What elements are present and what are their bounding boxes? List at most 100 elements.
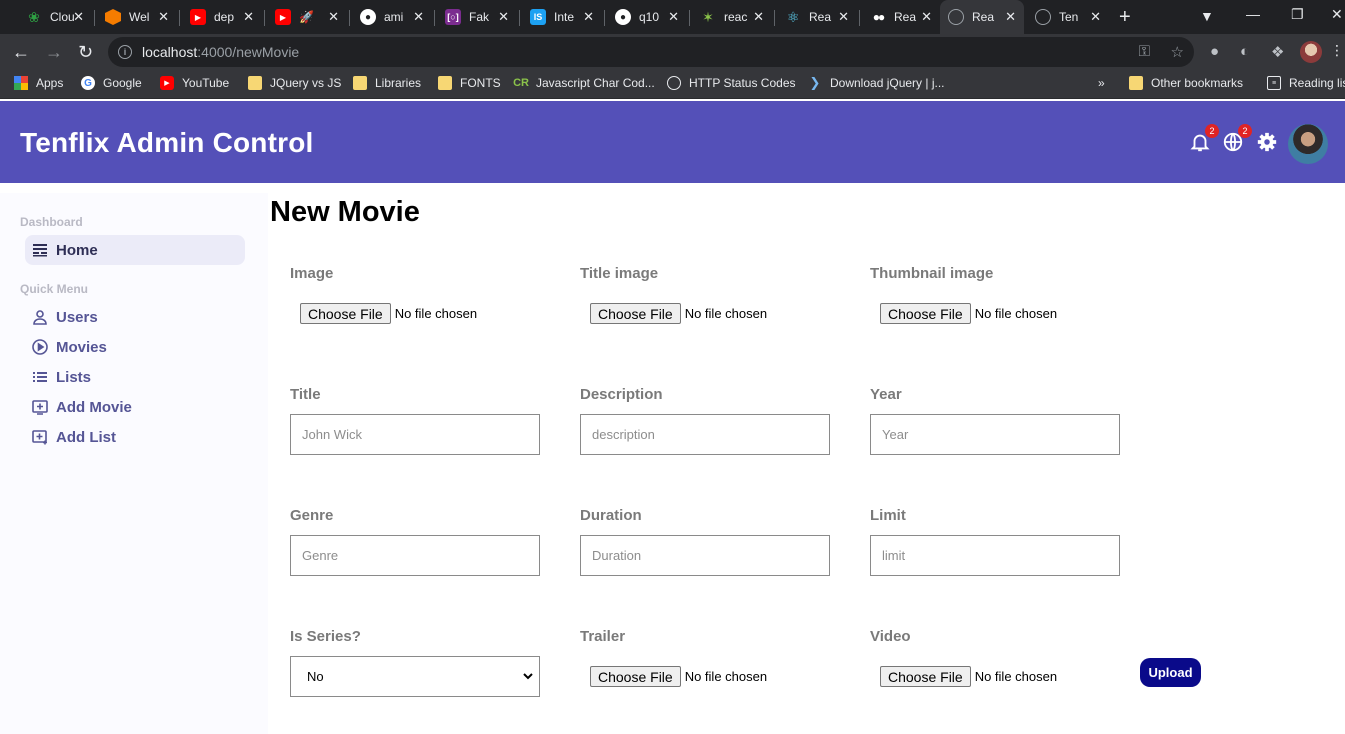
bookmark-youtube[interactable]: ▶ YouTube <box>160 76 229 90</box>
close-icon[interactable]: ✕ <box>838 9 849 25</box>
key-icon[interactable]: ⚿ <box>1139 43 1150 60</box>
close-icon[interactable]: ✕ <box>328 9 339 25</box>
choose-file-button[interactable]: Choose File <box>590 666 681 687</box>
jquery-icon: ❯ <box>809 75 821 90</box>
chevron-down-icon <box>523 673 533 680</box>
file-status: No file chosen <box>974 306 1058 321</box>
sidebar-item-lists[interactable]: Lists <box>25 362 245 392</box>
forward-icon[interactable]: → <box>45 41 63 63</box>
genre-input[interactable] <box>290 535 540 576</box>
close-icon[interactable]: ✕ <box>753 9 764 25</box>
close-icon[interactable]: ✕ <box>413 9 424 25</box>
hexagon-icon <box>105 9 121 25</box>
window-close-icon[interactable]: ✕ <box>1331 6 1343 23</box>
sidebar-item-label: Movies <box>56 338 107 356</box>
extension-icon[interactable]: ◐ <box>1240 43 1249 60</box>
more-bookmarks-icon[interactable]: » <box>1098 76 1105 90</box>
language-icon[interactable]: 2 <box>1222 124 1252 153</box>
new-tab-icon[interactable]: + <box>1119 6 1131 29</box>
choose-file-button[interactable]: Choose File <box>590 303 681 324</box>
menu-icon[interactable]: ⋮ <box>1330 42 1344 59</box>
choose-file-button[interactable]: Choose File <box>880 303 971 324</box>
tab-label: 🚀 <box>299 10 314 24</box>
sidebar-item-add-movie[interactable]: Add Movie <box>25 392 245 422</box>
close-icon[interactable]: ✕ <box>1005 9 1016 25</box>
sidebar-section-title: Dashboard <box>20 215 83 229</box>
close-icon[interactable]: ✕ <box>158 9 169 25</box>
duration-input[interactable] <box>580 535 830 576</box>
browser-tab[interactable]: Wel ✕ <box>97 4 177 30</box>
tab-search-icon[interactable]: ▼ <box>1200 8 1214 24</box>
browser-tab[interactable]: ▶ 🚀 ✕ <box>267 4 347 30</box>
back-icon[interactable]: ← <box>12 41 30 63</box>
close-icon[interactable]: ✕ <box>243 9 254 25</box>
sidebar-item-users[interactable]: Users <box>25 302 245 332</box>
notifications-icon[interactable]: 2 <box>1189 124 1219 153</box>
image-file-input[interactable]: Choose File No file chosen <box>300 303 477 324</box>
bookmark-link[interactable]: CR Javascript Char Cod... <box>513 76 655 90</box>
bookmark-folder[interactable]: FONTS <box>438 76 501 90</box>
browser-tab[interactable]: ●● Rea ✕ <box>862 4 940 30</box>
tab-divider <box>434 10 435 26</box>
tab-label: Clou <box>50 10 75 24</box>
title-input[interactable] <box>290 414 540 455</box>
close-icon[interactable]: ✕ <box>668 9 679 25</box>
sidebar: Dashboard Home Quick Menu Users Movies L… <box>0 193 268 734</box>
is-series-select[interactable]: No <box>290 656 540 697</box>
restore-icon[interactable]: ❐ <box>1291 6 1304 23</box>
close-icon[interactable]: ✕ <box>73 9 84 25</box>
browser-tab[interactable]: Ten ✕ <box>1027 4 1109 30</box>
minimize-icon[interactable]: — <box>1246 6 1260 22</box>
tab-label: dep <box>214 10 235 24</box>
app-brand[interactable]: Tenflix Admin Control <box>20 127 314 159</box>
globe-icon <box>667 76 681 90</box>
site-info-icon[interactable]: i <box>118 45 132 59</box>
star-icon[interactable]: ☆ <box>1171 43 1184 61</box>
address-bar[interactable]: i localhost:4000/newMovie ⚿ ☆ <box>108 37 1194 67</box>
sidebar-item-home[interactable]: Home <box>25 235 245 265</box>
reload-icon[interactable]: ↻ <box>78 41 93 63</box>
bookmark-google[interactable]: G Google <box>81 76 142 90</box>
bookmark-link[interactable]: HTTP Status Codes <box>667 76 796 90</box>
puzzle-icon[interactable]: ❖ <box>1271 43 1284 61</box>
choose-file-button[interactable]: Choose File <box>300 303 391 324</box>
thumbnail-file-input[interactable]: Choose File No file chosen <box>880 303 1057 324</box>
extension-icon[interactable]: ● <box>1210 43 1219 60</box>
browser-tab[interactable]: ▶ dep ✕ <box>182 4 262 30</box>
choose-file-button[interactable]: Choose File <box>880 666 971 687</box>
sidebar-item-add-list[interactable]: Add List <box>25 422 245 452</box>
tab-divider <box>264 10 265 26</box>
close-icon[interactable]: ✕ <box>498 9 509 25</box>
bookmark-reading-list[interactable]: ≡ Reading list <box>1267 76 1345 90</box>
bookmark-folder[interactable]: Libraries <box>353 76 421 90</box>
browser-tab[interactable]: ● q10 ✕ <box>607 4 687 30</box>
browser-tab[interactable]: IS Inte ✕ <box>522 4 602 30</box>
close-icon[interactable]: ✕ <box>583 9 594 25</box>
bookmark-apps[interactable]: Apps <box>14 76 63 90</box>
bookmark-folder[interactable]: JQuery vs JS <box>248 76 341 90</box>
bookmark-label: Reading list <box>1289 76 1345 90</box>
close-icon[interactable]: ✕ <box>921 9 932 25</box>
description-input[interactable] <box>580 414 830 455</box>
limit-input[interactable] <box>870 535 1120 576</box>
profile-avatar[interactable] <box>1300 41 1322 63</box>
close-icon[interactable]: ✕ <box>1090 9 1101 25</box>
bookmarks-bar: Apps G Google ▶ YouTube JQuery vs JS Lib… <box>0 70 1345 99</box>
bookmark-link[interactable]: ❯ Download jQuery | j... <box>808 75 945 90</box>
title-image-file-input[interactable]: Choose File No file chosen <box>590 303 767 324</box>
trailer-file-input[interactable]: Choose File No file chosen <box>590 666 767 687</box>
upload-button[interactable]: Upload <box>1140 658 1201 687</box>
user-avatar[interactable] <box>1288 124 1328 164</box>
video-file-input[interactable]: Choose File No file chosen <box>880 666 1057 687</box>
browser-tab-active[interactable]: Rea ✕ <box>940 0 1024 34</box>
browser-tab[interactable]: [○] Fak ✕ <box>437 4 517 30</box>
settings-gear-icon[interactable] <box>1256 131 1278 153</box>
bookmark-label: JQuery vs JS <box>270 76 342 90</box>
sidebar-item-movies[interactable]: Movies <box>25 332 245 362</box>
browser-tab[interactable]: ⚛ Rea ✕ <box>777 4 857 30</box>
bookmark-other[interactable]: Other bookmarks <box>1129 76 1243 90</box>
year-input[interactable] <box>870 414 1120 455</box>
browser-tab[interactable]: ✶ reac ✕ <box>692 4 772 30</box>
browser-tab[interactable]: ● ami ✕ <box>352 4 432 30</box>
browser-tab[interactable]: ❀ Clou ✕ <box>18 4 92 30</box>
